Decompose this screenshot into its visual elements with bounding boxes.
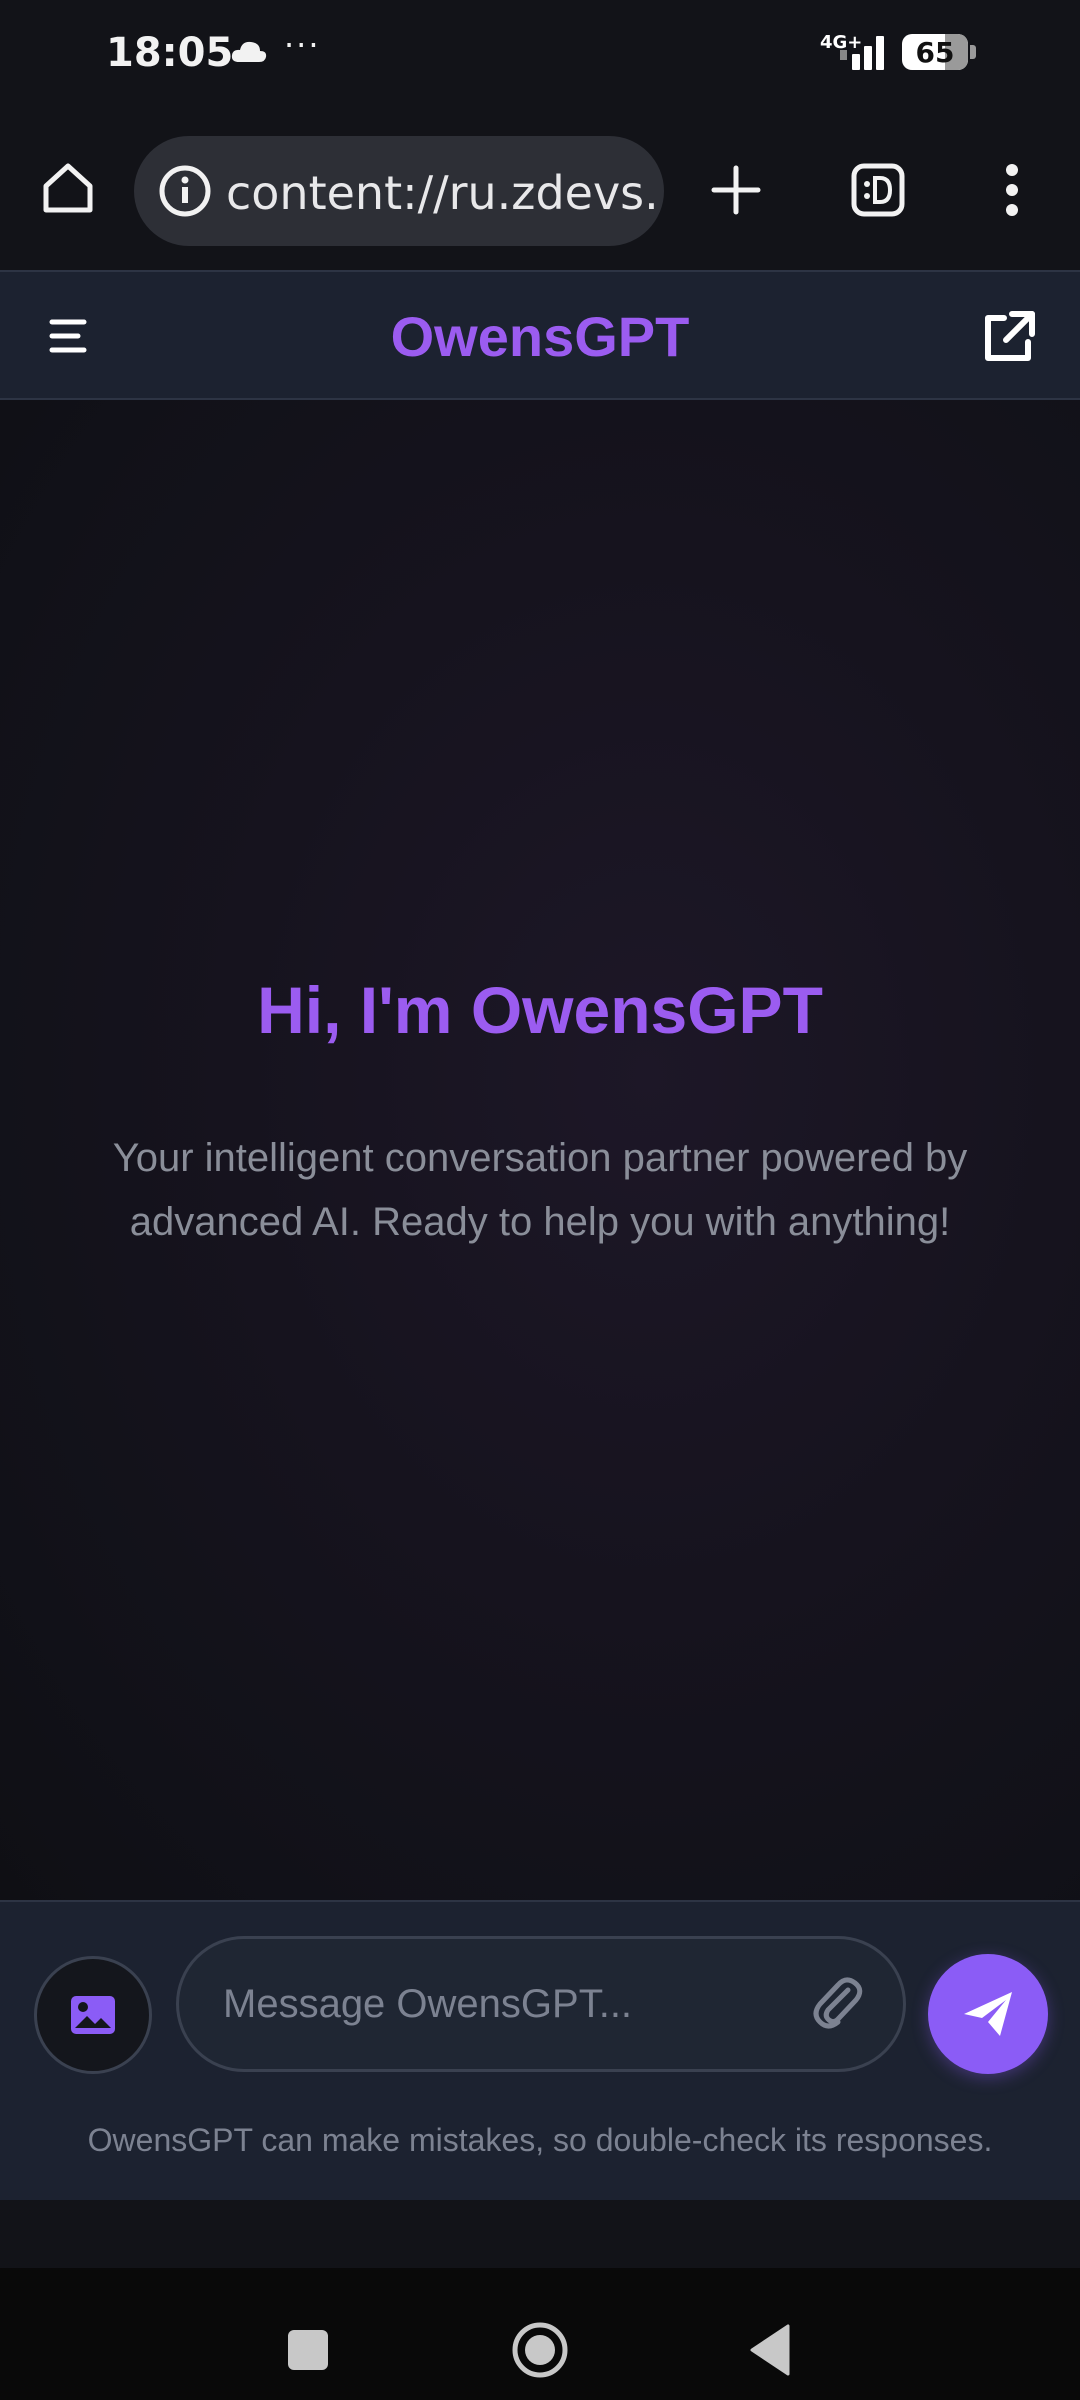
composer: OwensGPT can make mistakes, so double-ch… xyxy=(0,1900,1080,2200)
info-icon[interactable] xyxy=(154,160,216,222)
app-title: OwensGPT xyxy=(390,305,690,368)
back-icon[interactable] xyxy=(748,2322,792,2378)
plus-icon[interactable] xyxy=(696,150,776,230)
battery-icon: 65 xyxy=(902,34,968,70)
send-button[interactable] xyxy=(928,1954,1048,2074)
welcome-title: Hi, I'm OwensGPT xyxy=(257,973,823,1047)
paperclip-icon[interactable] xyxy=(808,1972,868,2034)
system-nav-bar xyxy=(0,2268,1080,2400)
tab-switcher-icon[interactable] xyxy=(838,150,918,230)
status-bar: 18:05 ··· 4G+ 65 xyxy=(0,0,1080,110)
more-vert-icon[interactable] xyxy=(972,150,1052,230)
app-header: OwensGPT xyxy=(0,270,1080,400)
chat-area: Hi, I'm OwensGPT Your intelligent conver… xyxy=(0,400,1080,1900)
more-dots-icon: ··· xyxy=(284,26,321,64)
message-input[interactable] xyxy=(176,1936,906,2072)
status-time: 18:05 xyxy=(106,30,234,76)
url-text[interactable]: content://ru.zdevs.za xyxy=(226,166,656,220)
battery-level: 65 xyxy=(915,36,955,69)
signal-icon xyxy=(840,36,884,70)
welcome-subtitle: Your intelligent conversation partner po… xyxy=(112,1136,968,1244)
cloud-icon xyxy=(231,41,267,62)
page-bottom xyxy=(0,2200,1080,2268)
upload-image-button[interactable] xyxy=(34,1956,152,2074)
image-icon xyxy=(71,1996,115,2034)
home-circle-icon[interactable] xyxy=(510,2320,570,2380)
battery-nub xyxy=(970,45,976,59)
recents-icon[interactable] xyxy=(286,2328,330,2372)
screen: 18:05 ··· 4G+ 65 content://ru.zdevs Owen… xyxy=(0,0,1080,2400)
address-bar[interactable]: content://ru.zdevs.za xyxy=(134,136,664,246)
browser-toolbar: content://ru.zdevs.za xyxy=(0,110,1080,270)
home-icon[interactable] xyxy=(30,150,106,226)
disclaimer-text: OwensGPT can make mistakes, so double-ch… xyxy=(87,2122,993,2158)
send-icon xyxy=(964,1992,1012,2036)
external-link-icon[interactable] xyxy=(976,306,1040,370)
